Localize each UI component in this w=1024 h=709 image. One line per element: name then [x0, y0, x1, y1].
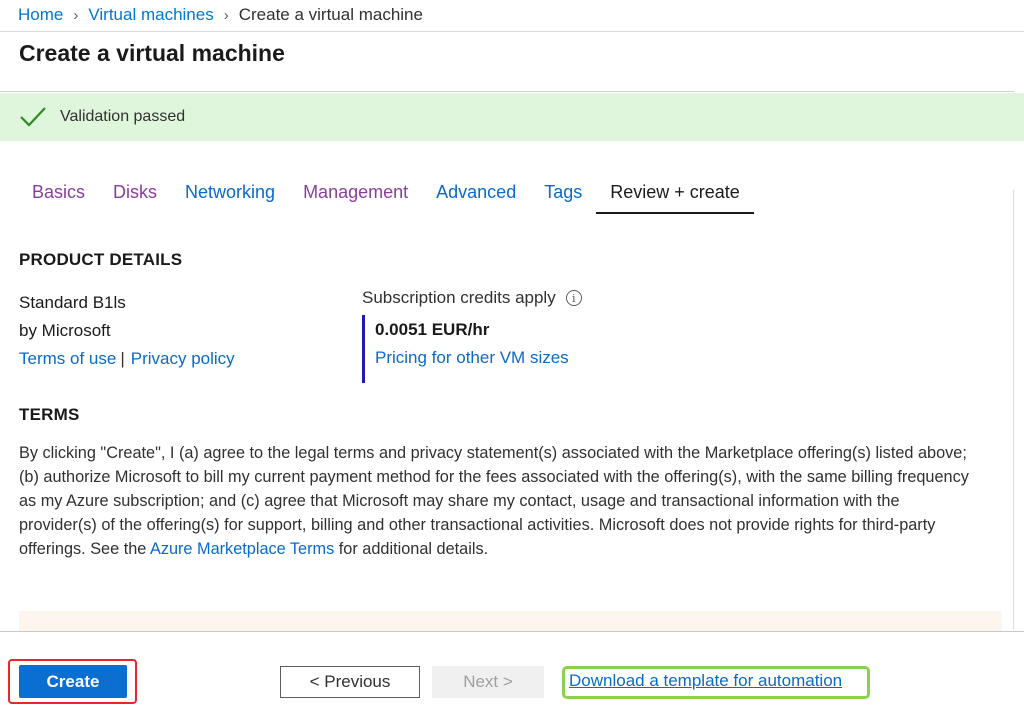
chevron-right-icon: ›: [73, 6, 79, 24]
price-box: 0.0051 EUR/hr Pricing for other VM sizes: [362, 315, 582, 383]
breadcrumb-virtual-machines-link[interactable]: Virtual machines: [88, 5, 213, 25]
product-publisher: by Microsoft: [19, 321, 111, 340]
page-title: Create a virtual machine: [19, 40, 285, 66]
product-info: Standard B1ls by Microsoft Terms of use |…: [19, 289, 235, 373]
breadcrumb-current: Create a virtual machine: [238, 5, 423, 24]
tab-networking[interactable]: Networking: [171, 172, 289, 214]
divider: [0, 31, 1024, 32]
product-links: Terms of use | Privacy policy: [19, 345, 235, 373]
tab-basics[interactable]: Basics: [18, 172, 99, 214]
notice-banner: [19, 611, 1002, 631]
tab-tags[interactable]: Tags: [530, 172, 596, 214]
terms-of-use-link[interactable]: Terms of use: [19, 349, 116, 368]
subscription-credits: Subscription credits apply i: [362, 288, 582, 308]
create-button[interactable]: Create: [19, 665, 127, 698]
divider: [0, 91, 1014, 92]
divider: [0, 631, 1024, 632]
azure-marketplace-terms-link[interactable]: Azure Marketplace Terms: [150, 540, 334, 558]
breadcrumb: Home › Virtual machines › Create a virtu…: [18, 4, 423, 26]
check-icon: [19, 103, 47, 131]
product-details-heading: PRODUCT DETAILS: [19, 250, 183, 269]
pricing-info: Subscription credits apply i 0.0051 EUR/…: [362, 288, 582, 383]
validation-message: Validation passed: [60, 108, 186, 125]
previous-button[interactable]: < Previous: [280, 666, 420, 698]
tab-bar: Basics Disks Networking Management Advan…: [18, 172, 754, 214]
terms-body-end: for additional details.: [334, 540, 489, 558]
link-separator: |: [120, 349, 125, 368]
credits-label: Subscription credits apply: [362, 288, 556, 307]
tab-management[interactable]: Management: [289, 172, 422, 214]
tab-review-create[interactable]: Review + create: [596, 172, 754, 214]
scrollbar-track[interactable]: [1013, 190, 1014, 630]
info-icon[interactable]: i: [565, 290, 582, 306]
privacy-policy-link[interactable]: Privacy policy: [131, 349, 235, 368]
next-button: Next >: [432, 666, 544, 698]
terms-text: By clicking "Create", I (a) agree to the…: [19, 441, 979, 561]
product-name: Standard B1ls: [19, 293, 126, 312]
terms-heading: TERMS: [19, 405, 80, 424]
chevron-right-icon: ›: [223, 6, 229, 24]
validation-banner: Validation passed: [0, 93, 1024, 141]
price-value: 0.0051 EUR/hr: [375, 320, 490, 339]
breadcrumb-home-link[interactable]: Home: [18, 5, 63, 25]
tab-advanced[interactable]: Advanced: [422, 172, 530, 214]
download-template-link[interactable]: Download a template for automation: [569, 671, 842, 691]
tab-disks[interactable]: Disks: [99, 172, 171, 214]
pricing-other-sizes-link[interactable]: Pricing for other VM sizes: [375, 348, 582, 368]
